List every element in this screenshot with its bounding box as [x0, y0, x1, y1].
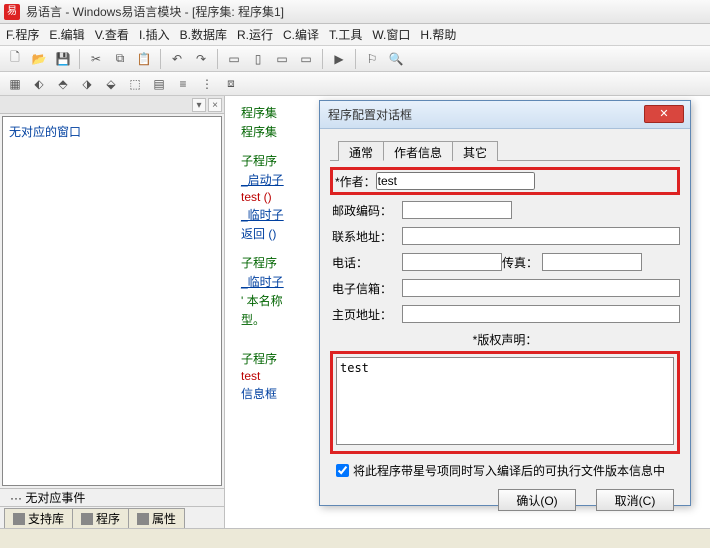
ok-button[interactable]: 确认(O) [498, 489, 576, 511]
label-phone: 电话： [330, 254, 402, 271]
menu-compile[interactable]: C.编译 [283, 26, 319, 43]
save-icon[interactable]: 💾 [52, 48, 74, 70]
find-icon[interactable]: 🔍 [385, 48, 407, 70]
event-label: 无对应事件 [25, 489, 85, 506]
bottom-tabs: 支持库 程序 属性 [0, 506, 224, 528]
open-file-icon[interactable]: 📂 [28, 48, 50, 70]
tab-other[interactable]: 其它 [452, 141, 498, 161]
dist-v-icon[interactable]: ⋮ [196, 73, 218, 95]
dialog-tabs: 通常 作者信息 其它 [330, 139, 680, 161]
layout4-icon[interactable]: ▭ [295, 48, 317, 70]
menu-bar: F.程序 E.编辑 V.查看 I.插入 B.数据库 R.运行 C.编译 T.工具… [0, 24, 710, 46]
props-icon [137, 513, 149, 525]
copy-icon[interactable]: ⧉ [109, 48, 131, 70]
author-row-highlight: *作者： [330, 167, 680, 195]
close-icon[interactable]: ✕ [644, 105, 684, 123]
dialog-titlebar[interactable]: 程序配置对话框 ✕ [320, 101, 690, 129]
menu-insert[interactable]: I.插入 [139, 26, 170, 43]
label-email: 电子信箱： [330, 280, 402, 297]
fax-field[interactable] [542, 253, 642, 271]
layout1-icon[interactable]: ▭ [223, 48, 245, 70]
list-icon [81, 513, 93, 525]
app-icon: 易 [4, 4, 20, 20]
menu-run[interactable]: R.运行 [237, 26, 273, 43]
title-bar: 易 易语言 - Windows易语言模块 - [程序集: 程序集1] [0, 0, 710, 24]
undo-icon[interactable]: ↶ [166, 48, 188, 70]
cut-icon[interactable]: ✂ [85, 48, 107, 70]
tab-properties[interactable]: 属性 [128, 508, 185, 528]
menu-program[interactable]: F.程序 [6, 26, 39, 43]
menu-database[interactable]: B.数据库 [180, 26, 227, 43]
event-selector[interactable]: ··· 无对应事件 [0, 488, 224, 506]
label-zip: 邮政编码： [330, 202, 402, 219]
align-mid-icon[interactable]: ⬚ [124, 73, 146, 95]
left-panel: ▾ × 无对应的窗口 ··· 无对应事件 支持库 程序 属性 [0, 96, 225, 528]
tab-support-lib[interactable]: 支持库 [4, 508, 73, 528]
left-panel-controls: ▾ × [0, 96, 224, 114]
align-center-icon[interactable]: ⬘ [52, 73, 74, 95]
dialog-title-text: 程序配置对话框 [328, 106, 412, 123]
align-left-icon[interactable]: ⬖ [28, 73, 50, 95]
grid-icon[interactable]: ▦ [4, 73, 26, 95]
layout3-icon[interactable]: ▭ [271, 48, 293, 70]
tab-general[interactable]: 通常 [338, 141, 384, 161]
layout2-icon[interactable]: ▯ [247, 48, 269, 70]
flag-icon[interactable]: ⚐ [361, 48, 383, 70]
homepage-field[interactable] [402, 305, 680, 323]
window-tree[interactable]: 无对应的窗口 [2, 116, 222, 486]
align-right-icon[interactable]: ⬗ [76, 73, 98, 95]
panel-pin-icon[interactable]: ▾ [192, 98, 206, 112]
tree-text: 无对应的窗口 [9, 125, 81, 139]
address-field[interactable] [402, 227, 680, 245]
email-field[interactable] [402, 279, 680, 297]
label-fax: 传真： [502, 254, 542, 271]
copyright-highlight [330, 351, 680, 454]
align-bot-icon[interactable]: ▤ [148, 73, 170, 95]
label-copyright: *版权声明： [330, 331, 680, 348]
status-bar [0, 528, 710, 548]
copyright-textarea[interactable] [336, 357, 674, 445]
write-version-checkbox[interactable] [336, 464, 349, 477]
panel-close-icon[interactable]: × [208, 98, 222, 112]
dist-h-icon[interactable]: ≡ [172, 73, 194, 95]
checkbox-label: 将此程序带星号项同时写入编译后的可执行文件版本信息中 [353, 462, 665, 479]
menu-edit[interactable]: E.编辑 [49, 26, 84, 43]
phone-field[interactable] [402, 253, 502, 271]
title-text: 易语言 - Windows易语言模块 - [程序集: 程序集1] [26, 3, 284, 20]
align-top-icon[interactable]: ⬙ [100, 73, 122, 95]
menu-view[interactable]: V.查看 [95, 26, 129, 43]
toolbar-align: ▦ ⬖ ⬘ ⬗ ⬙ ⬚ ▤ ≡ ⋮ ⧈ [0, 72, 710, 96]
redo-icon[interactable]: ↷ [190, 48, 212, 70]
new-file-icon[interactable]: 🗋 [4, 48, 26, 70]
label-author: *作者： [335, 173, 376, 190]
menu-tools[interactable]: T.工具 [329, 26, 362, 43]
menu-help[interactable]: H.帮助 [420, 26, 456, 43]
tab-program[interactable]: 程序 [72, 508, 129, 528]
program-config-dialog: 程序配置对话框 ✕ 通常 作者信息 其它 *作者： 邮政编码： 联系地址： 电话… [319, 100, 691, 506]
book-icon [13, 513, 25, 525]
zip-field[interactable] [402, 201, 512, 219]
cancel-button[interactable]: 取消(C) [596, 489, 674, 511]
label-homepage: 主页地址： [330, 306, 402, 323]
size-icon[interactable]: ⧈ [220, 73, 242, 95]
toolbar-main: 🗋 📂 💾 ✂ ⧉ 📋 ↶ ↷ ▭ ▯ ▭ ▭ ▶ ⚐ 🔍 [0, 46, 710, 72]
label-address: 联系地址： [330, 228, 402, 245]
author-field[interactable] [376, 172, 535, 190]
menu-window[interactable]: W.窗口 [372, 26, 410, 43]
tab-author-info[interactable]: 作者信息 [383, 141, 453, 161]
run-icon[interactable]: ▶ [328, 48, 350, 70]
paste-icon[interactable]: 📋 [133, 48, 155, 70]
